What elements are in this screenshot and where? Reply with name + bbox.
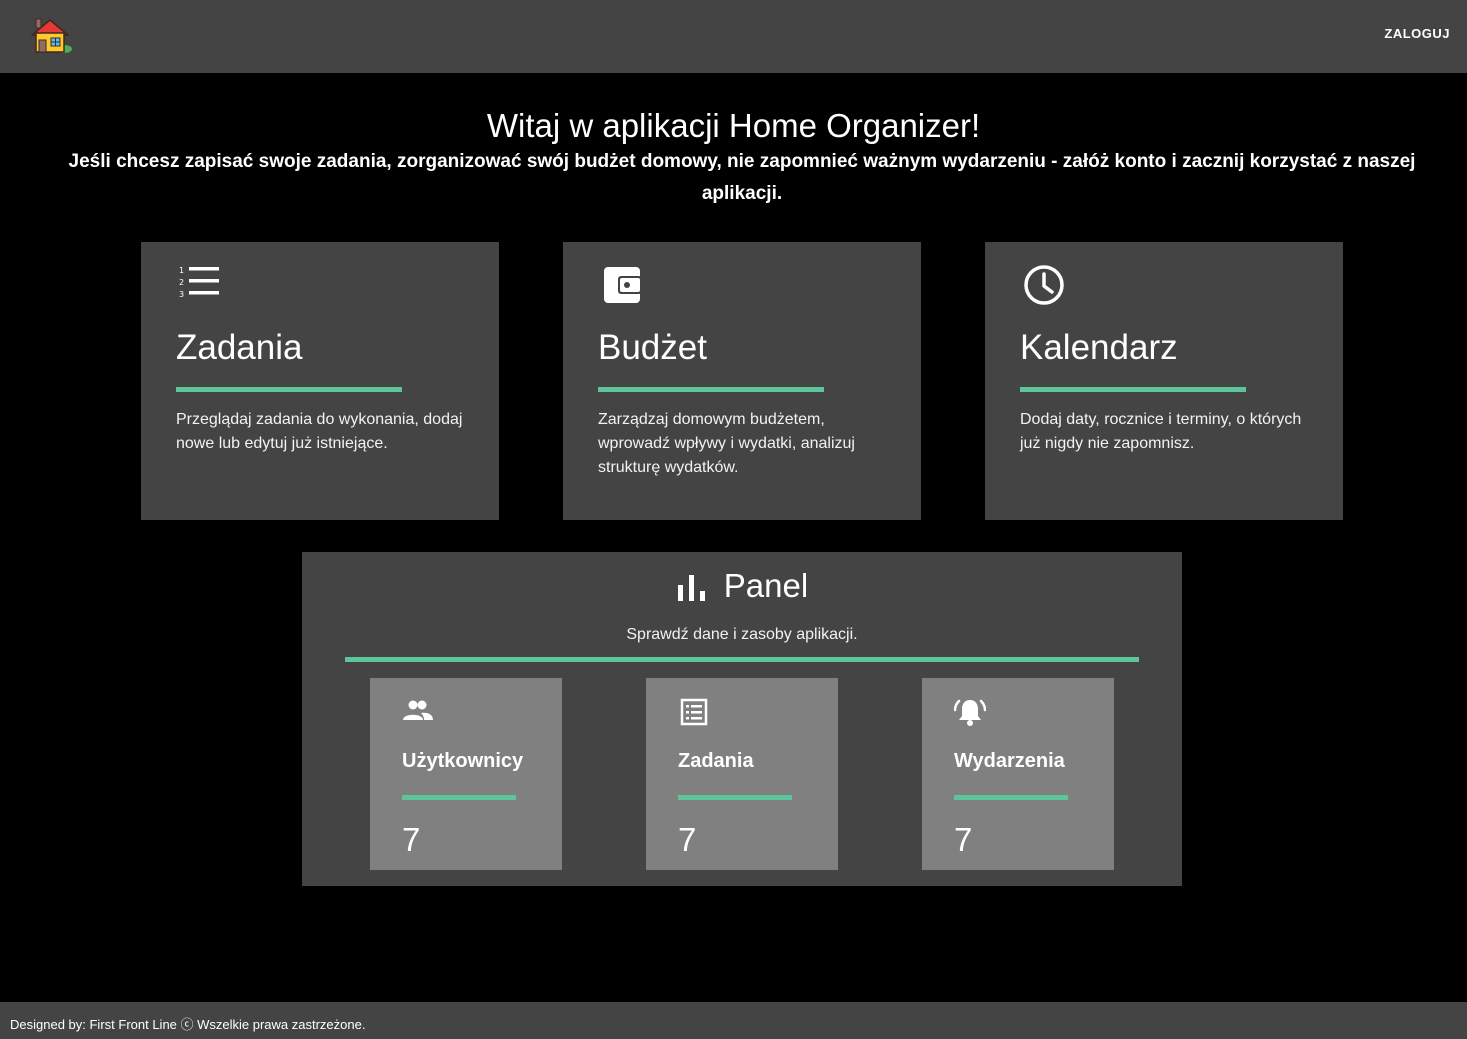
clock-icon [1021,264,1067,310]
card-description: Dodaj daty, rocznice i terminy, o któryc… [1020,411,1302,452]
page-subtitle: Jeśli chcesz zapisać swoje zadania, zorg… [68,151,1416,204]
card-title: Kalendarz [1020,328,1178,367]
panel-subtitle: Sprawdź dane i zasoby aplikacji. [626,626,858,643]
stat-card-users: Użytkownicy 7 [370,678,562,870]
list-box-icon [678,696,710,728]
card-budzet[interactable]: Budżet Zarządzaj domowym budżetem, wprow… [563,242,921,520]
bar-chart-icon [676,571,708,603]
page-title: Witaj w aplikacji Home Organizer! [486,107,981,144]
footer-copyright: Designed by: First Front Line ⓒ Wszelkie… [10,1017,366,1032]
numbered-list-icon: 1 2 3 [177,264,223,310]
stat-divider [402,795,516,800]
top-navbar: ZALOGUJ [0,0,1467,73]
stat-title: Użytkownicy [402,750,524,772]
stat-title: Wydarzenia [954,750,1065,772]
card-zadania[interactable]: 1 2 3 Zadania Przeglądaj zadania do wyko… [141,242,499,520]
card-title: Zadania [176,328,303,367]
stat-value: 7 [402,821,421,858]
people-icon [402,696,434,728]
login-button[interactable]: ZALOGUJ [1384,26,1450,41]
panel-title: Panel [723,567,809,604]
card-divider [176,387,402,392]
stat-title: Zadania [678,750,754,772]
card-description: Przeglądaj zadania do wykonania, dodaj n… [176,411,463,452]
house-icon[interactable] [30,16,74,56]
stat-value: 7 [678,821,697,858]
panel-header: Panel [302,566,1182,606]
svg-text:2: 2 [179,278,184,287]
stat-card-tasks: Zadania 7 [646,678,838,870]
panel-divider [345,657,1139,662]
card-kalendarz[interactable]: Kalendarz Dodaj daty, rocznice i terminy… [985,242,1343,520]
card-title: Budżet [598,328,707,367]
card-description: Zarządzaj domowym budżetem, wprowadź wpł… [598,411,855,476]
alarm-bell-icon [953,696,987,728]
wallet-icon [599,264,645,310]
stat-card-events: Wydarzenia 7 [922,678,1114,870]
svg-text:3: 3 [179,290,184,299]
svg-text:1: 1 [179,266,184,275]
stats-panel: Panel Sprawdź dane i zasoby aplikacji. U… [302,552,1182,886]
card-divider [1020,387,1246,392]
stat-divider [954,795,1068,800]
stat-value: 7 [954,821,973,858]
card-divider [598,387,824,392]
stat-divider [678,795,792,800]
footer: Designed by: First Front Line ⓒ Wszelkie… [0,1002,1467,1039]
